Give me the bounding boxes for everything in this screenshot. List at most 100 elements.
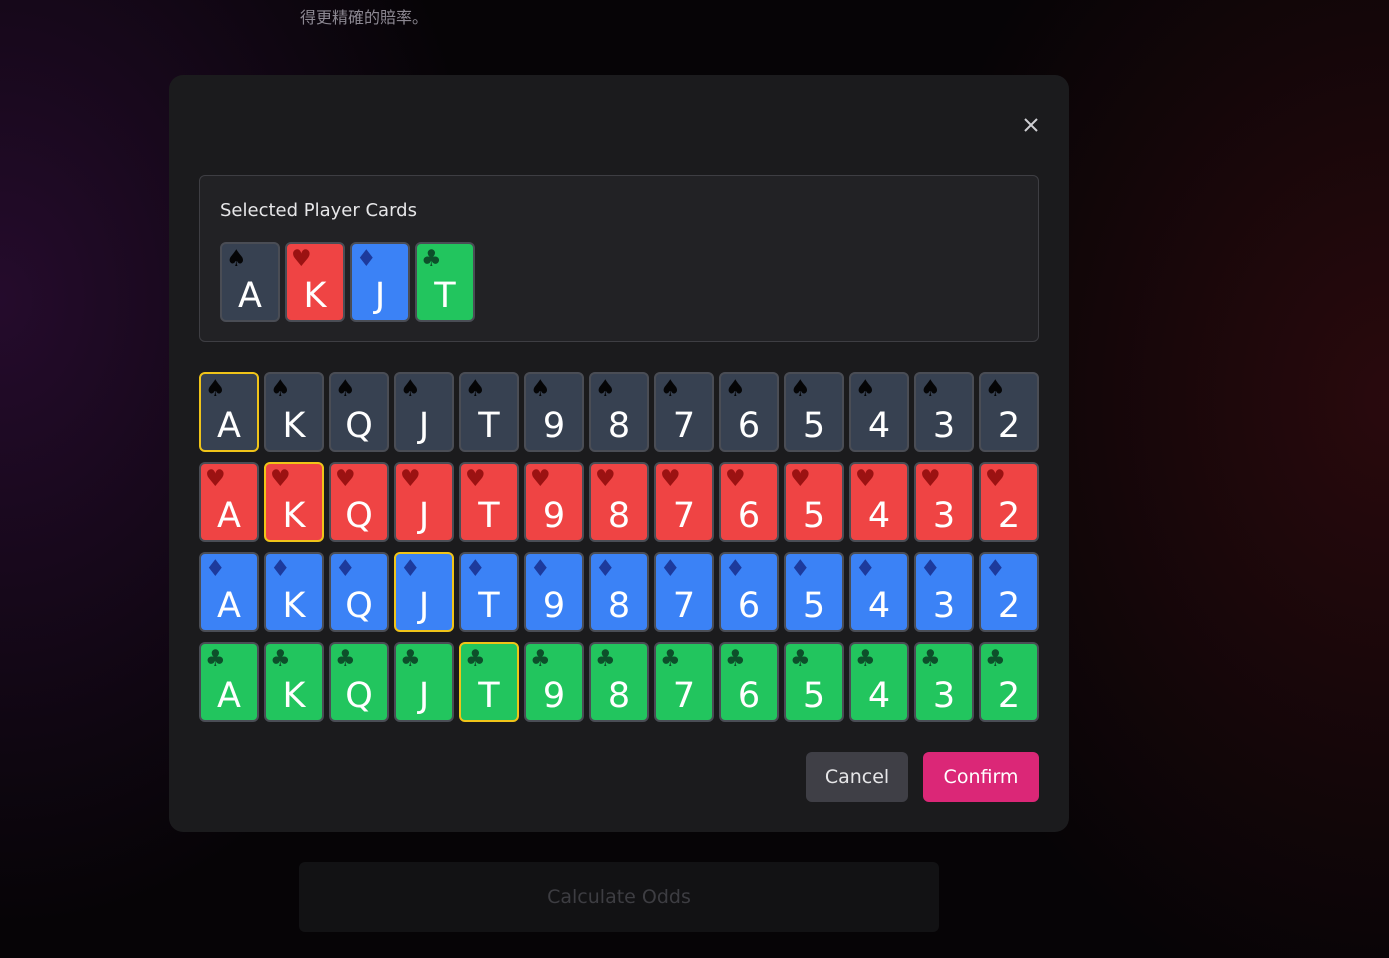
deck-card-3c[interactable]: ♣ 3 — [914, 642, 974, 722]
deck-card-8h[interactable]: ♥ 8 — [589, 462, 649, 542]
deck-card-3s[interactable]: ♠ 3 — [914, 372, 974, 452]
suit-icon: ♠ — [465, 376, 486, 402]
deck-card-th[interactable]: ♥ T — [459, 462, 519, 542]
card-rank: 6 — [737, 586, 761, 626]
deck-card-6h[interactable]: ♥ 6 — [719, 462, 779, 542]
card-rank: 9 — [542, 586, 566, 626]
deck-card-5h[interactable]: ♥ 5 — [784, 462, 844, 542]
card-rank: A — [238, 276, 262, 316]
deck-card-2s[interactable]: ♠ 2 — [979, 372, 1039, 452]
suit-icon: ♥ — [291, 246, 312, 272]
close-button[interactable] — [1018, 112, 1044, 138]
suit-icon: ♥ — [855, 466, 876, 492]
background-description-text: 得更精確的賠率。 — [300, 8, 429, 27]
deck-card-kh[interactable]: ♥ K — [264, 462, 324, 542]
deck-card-5c[interactable]: ♣ 5 — [784, 642, 844, 722]
card-rank: K — [282, 676, 306, 716]
deck-card-8s[interactable]: ♠ 8 — [589, 372, 649, 452]
card-rank: 8 — [607, 406, 631, 446]
card-rank: 2 — [997, 496, 1021, 536]
card-rank: 9 — [542, 676, 566, 716]
suit-icon: ♣ — [465, 646, 486, 672]
card-rank: J — [374, 276, 386, 316]
card-rank: T — [478, 676, 500, 716]
card-rank: A — [217, 676, 241, 716]
suit-icon: ♣ — [400, 646, 421, 672]
deck-card-6d[interactable]: ♦ 6 — [719, 552, 779, 632]
deck-card-8c[interactable]: ♣ 8 — [589, 642, 649, 722]
suit-icon: ♣ — [205, 646, 226, 672]
card-rank: J — [418, 586, 430, 626]
close-icon — [1024, 118, 1038, 132]
suit-icon: ♠ — [725, 376, 746, 402]
deck-card-ts[interactable]: ♠ T — [459, 372, 519, 452]
deck-card-8d[interactable]: ♦ 8 — [589, 552, 649, 632]
deck-card-as[interactable]: ♠ A — [199, 372, 259, 452]
deck-card-6c[interactable]: ♣ 6 — [719, 642, 779, 722]
deck-card-qc[interactable]: ♣ Q — [329, 642, 389, 722]
deck-card-5d[interactable]: ♦ 5 — [784, 552, 844, 632]
deck-card-jc[interactable]: ♣ J — [394, 642, 454, 722]
selected-card-kh[interactable]: ♥ K — [285, 242, 345, 322]
deck-card-9d[interactable]: ♦ 9 — [524, 552, 584, 632]
deck-card-5s[interactable]: ♠ 5 — [784, 372, 844, 452]
deck-card-7s[interactable]: ♠ 7 — [654, 372, 714, 452]
deck-card-ad[interactable]: ♦ A — [199, 552, 259, 632]
deck-card-ks[interactable]: ♠ K — [264, 372, 324, 452]
suit-icon: ♣ — [595, 646, 616, 672]
deck-card-3h[interactable]: ♥ 3 — [914, 462, 974, 542]
deck-card-9h[interactable]: ♥ 9 — [524, 462, 584, 542]
card-rank: 4 — [867, 676, 891, 716]
deck-card-td[interactable]: ♦ T — [459, 552, 519, 632]
deck-card-qs[interactable]: ♠ Q — [329, 372, 389, 452]
deck-card-2d[interactable]: ♦ 2 — [979, 552, 1039, 632]
deck-card-kc[interactable]: ♣ K — [264, 642, 324, 722]
deck-card-4s[interactable]: ♠ 4 — [849, 372, 909, 452]
card-rank: 5 — [802, 586, 826, 626]
deck-card-js[interactable]: ♠ J — [394, 372, 454, 452]
deck-card-7c[interactable]: ♣ 7 — [654, 642, 714, 722]
deck-card-6s[interactable]: ♠ 6 — [719, 372, 779, 452]
deck-card-7d[interactable]: ♦ 7 — [654, 552, 714, 632]
deck-card-9c[interactable]: ♣ 9 — [524, 642, 584, 722]
deck-card-4d[interactable]: ♦ 4 — [849, 552, 909, 632]
deck-card-qd[interactable]: ♦ Q — [329, 552, 389, 632]
deck-card-jh[interactable]: ♥ J — [394, 462, 454, 542]
deck-card-kd[interactable]: ♦ K — [264, 552, 324, 632]
deck-card-4c[interactable]: ♣ 4 — [849, 642, 909, 722]
suit-icon: ♠ — [530, 376, 551, 402]
deck-card-qh[interactable]: ♥ Q — [329, 462, 389, 542]
card-rank: T — [478, 406, 500, 446]
selected-card-tc[interactable]: ♣ T — [415, 242, 475, 322]
deck-card-7h[interactable]: ♥ 7 — [654, 462, 714, 542]
card-rank: J — [418, 406, 430, 446]
card-rank: 5 — [802, 406, 826, 446]
card-rank: 3 — [932, 406, 956, 446]
calculate-odds-button[interactable]: Calculate Odds — [299, 862, 939, 932]
card-picker-modal: Selected Player Cards ♠ A ♥ K ♦ J ♣ T ♠ A ♠ K ♠ Q ♠ J ♠… — [169, 75, 1069, 832]
selected-card-as[interactable]: ♠ A — [220, 242, 280, 322]
deck-card-tc[interactable]: ♣ T — [459, 642, 519, 722]
selected-card-jd[interactable]: ♦ J — [350, 242, 410, 322]
card-rank: 7 — [672, 676, 696, 716]
suit-icon: ♣ — [530, 646, 551, 672]
card-rank: 8 — [607, 676, 631, 716]
suit-icon: ♣ — [725, 646, 746, 672]
deck-card-ah[interactable]: ♥ A — [199, 462, 259, 542]
card-rank: K — [282, 496, 306, 536]
deck-card-9s[interactable]: ♠ 9 — [524, 372, 584, 452]
deck-card-jd[interactable]: ♦ J — [394, 552, 454, 632]
suit-icon: ♥ — [465, 466, 486, 492]
cancel-button[interactable]: Cancel — [806, 752, 908, 802]
deck-card-4h[interactable]: ♥ 4 — [849, 462, 909, 542]
deck-card-3d[interactable]: ♦ 3 — [914, 552, 974, 632]
card-rank: 2 — [997, 676, 1021, 716]
deck-card-ac[interactable]: ♣ A — [199, 642, 259, 722]
deck-card-2h[interactable]: ♥ 2 — [979, 462, 1039, 542]
suit-icon: ♦ — [530, 556, 551, 582]
deck-card-2c[interactable]: ♣ 2 — [979, 642, 1039, 722]
suit-icon: ♦ — [985, 556, 1006, 582]
confirm-button[interactable]: Confirm — [923, 752, 1039, 802]
suit-icon: ♣ — [920, 646, 941, 672]
suit-icon: ♦ — [335, 556, 356, 582]
